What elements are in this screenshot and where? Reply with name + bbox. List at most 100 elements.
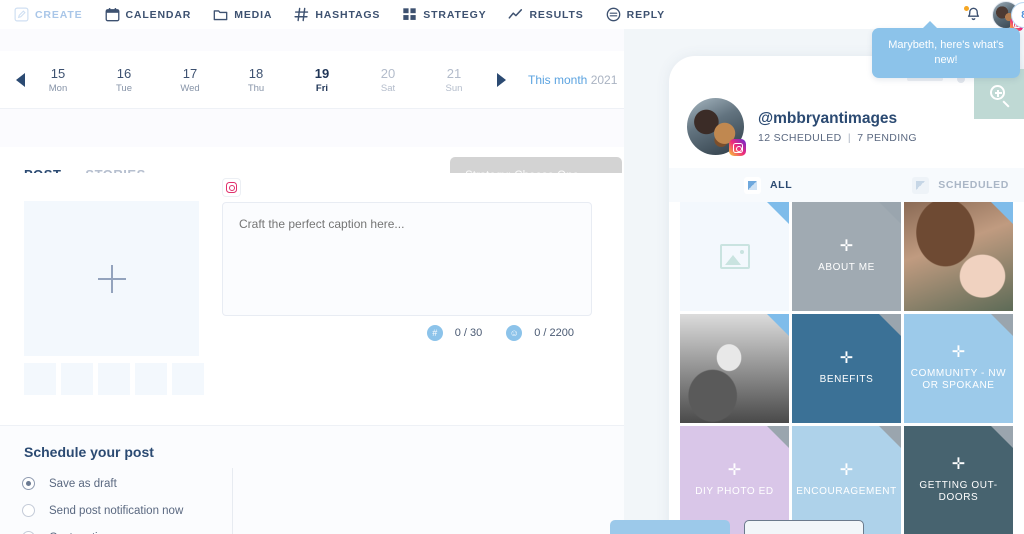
nav-label-hashtags: HASHTAGS <box>315 9 380 21</box>
cell-label: DIY PHOTO ED <box>689 486 780 499</box>
pending-count: 7 PENDING <box>857 132 917 144</box>
grid-cell-getting-outdoors[interactable]: ✛ GETTING OUT-DOORS <box>904 426 1013 534</box>
media-thumbnail-slot[interactable] <box>98 363 130 395</box>
emoji-smiley-icon[interactable]: ☺ <box>506 325 522 341</box>
post-grid: ✛ ABOUT ME ✛ BENEFITS ✛ COMMUNITY - NW O… <box>680 202 1013 534</box>
post-composer: # 0 / 30 ☺ 0 / 2200 <box>0 173 624 425</box>
plus-icon: ✛ <box>840 463 853 479</box>
schedule-options: Save as draft Send post notification now… <box>22 470 183 534</box>
account-handle: @mbbryantimages <box>758 110 917 128</box>
all-tab-icon <box>744 177 761 194</box>
grid-cell-diy-photo-ed[interactable]: ✛ DIY PHOTO ED <box>680 426 789 534</box>
date-number: 20 <box>355 65 421 84</box>
media-thumbnail-slot[interactable] <box>24 363 56 395</box>
plus-icon: ✛ <box>952 457 965 473</box>
date-number: 18 <box>223 65 289 84</box>
instagram-icon <box>729 139 746 156</box>
date-item-selected[interactable]: 19 Fri <box>289 65 355 95</box>
nav-item-strategy[interactable]: STRATEGY <box>402 7 486 22</box>
preview-filter-tabs: ALL SCHEDULED <box>669 168 1024 202</box>
grid-cell-encouragement[interactable]: ✛ ENCOURAGEMENT <box>792 426 901 534</box>
date-dow: Thu <box>223 83 289 94</box>
month-label: This month <box>528 73 587 87</box>
nav-item-results[interactable]: RESULTS <box>508 7 583 22</box>
date-dow: Sun <box>421 83 487 94</box>
this-month-link[interactable]: This month 2021 <box>528 73 617 87</box>
cell-label: GETTING OUT-DOORS <box>904 480 1013 505</box>
account-avatar[interactable] <box>687 98 744 155</box>
radio-button[interactable] <box>22 504 35 517</box>
cell-corner-marker <box>991 202 1013 224</box>
date-strip: 15 Mon 16 Tue 17 Wed 18 Thu 19 Fri <box>0 51 624 109</box>
pencil-square-icon <box>14 7 29 22</box>
date-item[interactable]: 16 Tue <box>91 65 157 95</box>
grid-cell-photo-hiker-with-dog[interactable] <box>680 314 789 423</box>
grid-squares-icon <box>402 7 417 22</box>
schedule-title: Schedule your post <box>24 444 154 460</box>
media-thumbnail-slot[interactable] <box>172 363 204 395</box>
caption-input[interactable] <box>222 202 592 316</box>
cell-label: COMMUNITY - NW OR SPOKANE <box>904 368 1013 393</box>
tab-all[interactable]: ALL <box>744 177 792 194</box>
media-thumbnail-slot[interactable] <box>135 363 167 395</box>
date-item[interactable]: 17 Wed <box>157 65 223 95</box>
cell-corner-marker <box>767 314 789 336</box>
cell-corner-marker <box>767 426 789 448</box>
date-item[interactable]: 21 Sun <box>421 65 487 95</box>
phone-preview: @mbbryantimages 12 SCHEDULED | 7 PENDING… <box>669 56 1024 534</box>
nav-item-media[interactable]: MEDIA <box>213 7 272 22</box>
folder-icon <box>213 7 228 22</box>
scheduled-count: 12 SCHEDULED <box>758 132 842 144</box>
date-item[interactable]: 15 Mon <box>25 65 91 95</box>
nav-item-calendar[interactable]: CALENDAR <box>105 7 192 22</box>
nav-right-cluster: 8 <box>965 0 1024 29</box>
cell-corner-marker <box>767 202 789 224</box>
nav-label-reply: REPLY <box>627 9 665 21</box>
app-root: CREATE CALENDAR MEDIA HASHTAGS <box>0 0 1024 534</box>
media-upload-dropzone[interactable] <box>24 201 199 356</box>
chevron-left-icon[interactable] <box>16 73 25 87</box>
cell-corner-marker <box>991 426 1013 448</box>
account-header: @mbbryantimages 12 SCHEDULED | 7 PENDING <box>687 98 917 155</box>
whats-new-tooltip[interactable]: Marybeth, here's what's new! <box>872 28 1020 78</box>
schedule-option-custom-time[interactable]: Custom time <box>22 524 183 534</box>
schedule-section: Schedule your post Save as draft Send po… <box>0 425 624 534</box>
date-number: 19 <box>289 65 355 84</box>
plus-icon: ✛ <box>840 351 853 367</box>
chevron-right-icon[interactable] <box>497 73 506 87</box>
radio-button-selected[interactable] <box>22 477 35 490</box>
date-item[interactable]: 20 Sat <box>355 65 421 95</box>
media-thumbnail-slot[interactable] <box>61 363 93 395</box>
nav-item-hashtags[interactable]: HASHTAGS <box>294 7 380 22</box>
schedule-option-label: Send post notification now <box>49 505 183 517</box>
nav-item-reply[interactable]: REPLY <box>606 7 665 22</box>
cell-corner-marker <box>991 314 1013 336</box>
notification-bell-icon[interactable] <box>965 6 982 23</box>
grid-cell-placeholder[interactable] <box>680 202 789 311</box>
cell-label: BENEFITS <box>814 374 880 387</box>
tab-scheduled[interactable]: SCHEDULED <box>912 177 1009 194</box>
trend-line-icon <box>508 7 523 22</box>
nav-label-results: RESULTS <box>529 9 583 21</box>
image-placeholder-icon <box>720 244 750 269</box>
composer-panel: 15 Mon 16 Tue 17 Wed 18 Thu 19 Fri <box>0 29 624 534</box>
magnifier-plus-icon <box>990 85 1009 104</box>
date-dow: Mon <box>25 83 91 94</box>
instagram-icon[interactable] <box>222 178 241 197</box>
character-count: 0 / 2200 <box>534 327 574 339</box>
hashtag-icon[interactable]: # <box>427 325 443 341</box>
date-item[interactable]: 18 Thu <box>223 65 289 95</box>
secondary-action-button[interactable] <box>744 520 864 534</box>
schedule-option-send-notification[interactable]: Send post notification now <box>22 497 183 524</box>
schedule-divider <box>232 468 233 534</box>
scheduled-tab-icon <box>912 177 929 194</box>
cell-corner-marker <box>879 426 901 448</box>
grid-cell-community[interactable]: ✛ COMMUNITY - NW OR SPOKANE <box>904 314 1013 423</box>
nav-item-create[interactable]: CREATE <box>14 7 83 22</box>
primary-action-button[interactable] <box>610 520 730 534</box>
grid-cell-photo-mother-and-baby[interactable] <box>904 202 1013 311</box>
grid-cell-about-me[interactable]: ✛ ABOUT ME <box>792 202 901 311</box>
schedule-option-save-as-draft[interactable]: Save as draft <box>22 470 183 497</box>
cell-label: ABOUT ME <box>812 262 881 275</box>
grid-cell-benefits[interactable]: ✛ BENEFITS <box>792 314 901 423</box>
